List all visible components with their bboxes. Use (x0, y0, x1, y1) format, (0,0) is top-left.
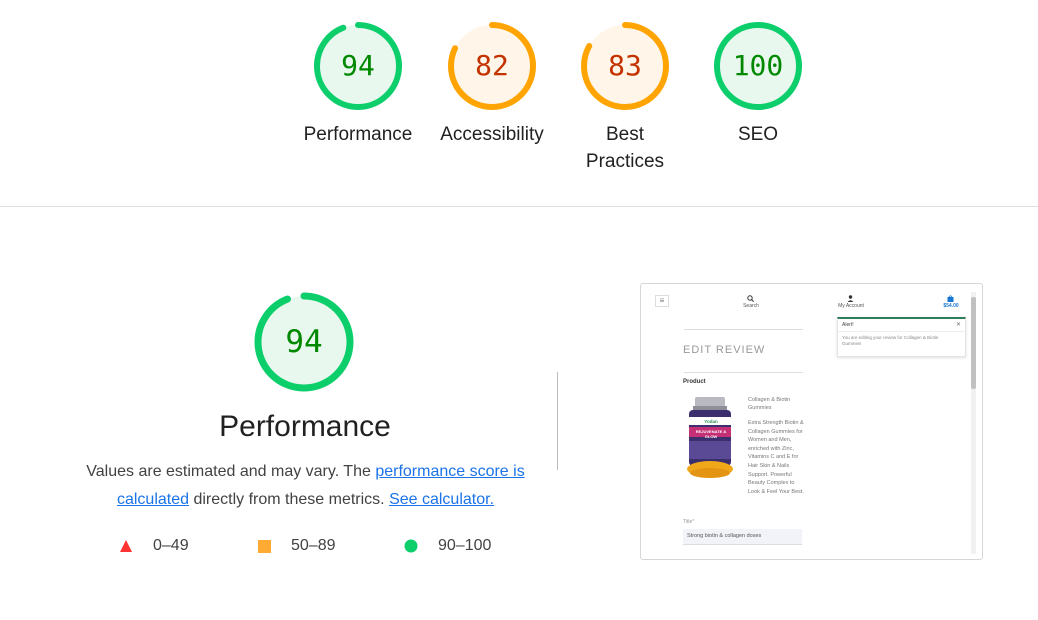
gauge-best-practices-label-line2: Practices (585, 151, 665, 172)
bottle-brand: Yodan (704, 419, 718, 424)
shopping-bag-icon (947, 295, 954, 302)
alert-box: Alert! ✕ You are editing your review for… (837, 317, 966, 357)
legend-fail-range: 0–49 (153, 537, 189, 554)
score-gauges: 94 Performance 82 Accessibility 83 Best … (0, 0, 1038, 206)
gauge-performance-label: Performance (303, 124, 413, 145)
desc-middle: directly from these metrics. (189, 491, 390, 508)
heading-top-rule (684, 329, 803, 330)
legend-average-range: 50–89 (291, 537, 336, 554)
square-icon (258, 540, 271, 553)
heading-bottom-rule (684, 372, 803, 373)
circle-icon (404, 539, 418, 553)
edit-review-heading: EDIT REVIEW (683, 344, 766, 356)
product-label: Product (683, 379, 706, 385)
section-divider (0, 206, 1038, 207)
gauge-performance[interactable]: 94 Performance (303, 20, 413, 148)
legend-pass: 90–100 (404, 537, 491, 555)
gauge-seo[interactable]: 100 SEO (703, 20, 813, 148)
see-calculator-link[interactable]: See calculator. (389, 491, 494, 508)
legend-pass-range: 90–100 (438, 537, 492, 554)
product-image (687, 397, 733, 478)
gauge-accessibility-score: 82 (475, 49, 509, 82)
product-description: Extra Strength Biotin & Collagen Gummies… (748, 420, 804, 495)
title-field-label: Title* (683, 519, 695, 525)
user-icon (847, 295, 854, 302)
gauge-best-practices-label: Best Practices (570, 121, 680, 175)
alert-message: You are editing your review for Collagen… (842, 335, 939, 346)
performance-title: Performance (219, 410, 391, 443)
triangle-icon (120, 540, 132, 552)
legend-fail: 0–49 (119, 537, 189, 555)
cart-price: $54.00 (943, 303, 959, 309)
search-icon (747, 295, 754, 302)
search-label: Search (743, 303, 759, 309)
performance-description: Values are estimated and may vary. The p… (78, 458, 533, 514)
gauge-best-practices-label-line1: Best (605, 124, 645, 145)
alert-close-icon[interactable]: ✕ (956, 321, 961, 328)
gauge-best-practices[interactable]: 83 Best Practices (570, 20, 680, 175)
alert-divider (838, 331, 965, 332)
gauge-accessibility[interactable]: 82 Accessibility (437, 20, 547, 148)
page-screenshot-thumbnail[interactable]: ≡ Search My Account $54.00 Alert! ✕ You … (640, 283, 983, 560)
performance-gauge-large: 94 (252, 290, 356, 394)
gauge-performance-score: 94 (341, 49, 375, 82)
bottle-text: REJUVENATE & GLOW (695, 429, 727, 439)
desc-prefix: Values are estimated and may vary. The (86, 463, 376, 480)
legend-average: 50–89 (257, 537, 336, 555)
account-label: My Account (838, 303, 864, 309)
thumbnail-scrollbar[interactable] (971, 292, 976, 554)
performance-score-large: 94 (285, 324, 323, 360)
title-input-value: Strong biotin & collagen doses (687, 533, 762, 539)
thumbnail-scrollbar-thumb[interactable] (971, 297, 976, 389)
gauge-seo-label: SEO (737, 124, 779, 145)
menu-icon: ≡ (655, 295, 669, 307)
vertical-separator (557, 372, 558, 470)
product-name: Collagen & Biotin Gummies (748, 397, 791, 411)
gauge-seo-score: 100 (732, 49, 784, 82)
title-input[interactable]: Strong biotin & collagen doses (683, 529, 802, 545)
gauge-accessibility-label: Accessibility (440, 124, 544, 145)
alert-title: Alert! (842, 322, 854, 328)
gauge-best-practices-score: 83 (608, 49, 642, 82)
